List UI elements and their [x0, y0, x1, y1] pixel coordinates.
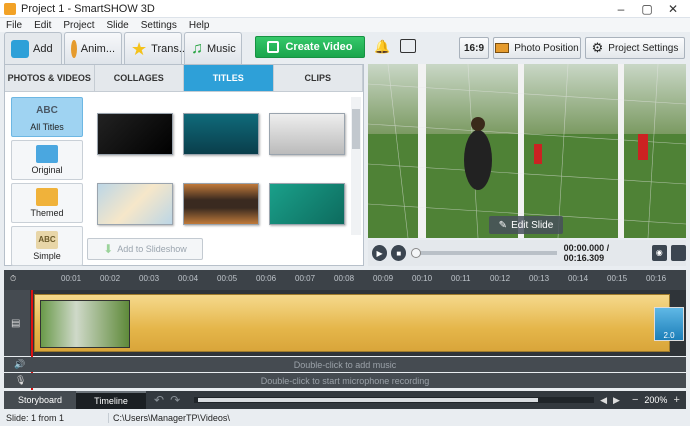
title-thumbnail[interactable] — [97, 183, 173, 225]
speaker-icon: 🔊 — [14, 359, 26, 369]
preview-image — [368, 64, 686, 238]
tab-collages[interactable]: COLLAGES — [95, 65, 184, 91]
title-bar: Project 1 - SmartSHOW 3D – ▢ ✕ — [0, 0, 690, 18]
tab-titles[interactable]: TITLES — [184, 65, 274, 91]
window-title: Project 1 - SmartSHOW 3D — [21, 2, 155, 15]
main-tabs: Add Anim... ★ Trans... ♫ Music — [4, 32, 242, 64]
edit-slide-button[interactable]: ✎ Edit Slide — [489, 216, 563, 234]
horizontal-scrollbar[interactable] — [194, 397, 595, 403]
menu-file[interactable]: File — [0, 20, 28, 31]
menu-help[interactable]: Help — [183, 20, 216, 31]
restore-button[interactable]: ▢ — [634, 0, 660, 18]
music-note-icon: ♫ — [191, 39, 203, 57]
category-list: ABC All Titles Original Themed ABC Simpl… — [11, 97, 83, 269]
project-settings-button[interactable]: ⚙ Project Settings — [585, 37, 685, 59]
seek-bar[interactable] — [411, 248, 557, 258]
export-icon[interactable] — [400, 39, 416, 53]
minimize-button[interactable]: – — [608, 0, 634, 18]
music-track[interactable]: 🔊 Double-click to add music — [4, 357, 686, 372]
snapshot-icon[interactable]: ◉ — [651, 245, 667, 261]
category-themed[interactable]: Themed — [11, 183, 83, 223]
timeline-toolbar: Storyboard Timeline ↶ ↷ ◀ ▶ − 200% + — [4, 391, 686, 409]
title-thumbnail[interactable] — [269, 113, 345, 155]
palette-icon — [71, 39, 77, 58]
project-path: C:\Users\ManagerTP\Videos\ — [108, 413, 230, 423]
arrow-left-icon[interactable]: ◀ — [600, 395, 607, 406]
title-thumbnail[interactable] — [269, 183, 345, 225]
photo-position-button[interactable]: Photo Position — [493, 37, 581, 59]
bell-icon[interactable]: 🔔 — [374, 39, 390, 55]
tab-animation[interactable]: Anim... — [64, 32, 122, 64]
menu-slide[interactable]: Slide — [100, 20, 134, 31]
slide-thumbnail[interactable] — [40, 300, 130, 348]
title-thumbnail[interactable] — [183, 183, 259, 225]
photo-icon — [495, 43, 510, 53]
titles-grid — [91, 97, 349, 235]
title-thumbnail[interactable] — [183, 113, 259, 155]
seek-handle[interactable] — [411, 248, 422, 258]
camera-icon — [11, 39, 29, 58]
film-icon: ▤ — [11, 318, 21, 329]
titles-scrollbar[interactable] — [351, 97, 361, 235]
tab-add[interactable]: Add — [4, 32, 62, 64]
title-thumbnail[interactable] — [97, 113, 173, 155]
menu-edit[interactable]: Edit — [28, 20, 57, 31]
slide-preview[interactable] — [368, 64, 686, 238]
scrollbar-thumb[interactable] — [198, 398, 539, 402]
pencil-icon: ✎ — [498, 219, 508, 231]
category-simple[interactable]: ABC Simple — [11, 226, 83, 266]
gear-icon: ⚙ — [591, 40, 604, 55]
undo-icon[interactable]: ↶ — [154, 393, 164, 407]
add-to-slideshow-button[interactable]: ⬇ Add to Slideshow — [87, 238, 203, 260]
microphone-track[interactable]: 🎙 Double-click to start microphone recor… — [4, 373, 686, 388]
menu-settings[interactable]: Settings — [135, 20, 183, 31]
create-video-button[interactable]: Create Video — [255, 36, 365, 58]
abc-simple-icon: ABC — [36, 231, 58, 249]
tab-clips[interactable]: CLIPS — [274, 65, 363, 91]
scrollbar-thumb[interactable] — [352, 109, 360, 149]
time-display: 00:00.000 / 00:16.309 — [563, 243, 610, 263]
slide-count: Slide: 1 from 1 — [6, 413, 65, 423]
clock-icon: ⏱ — [10, 274, 17, 283]
menu-bar: File Edit Project Slide Settings Help — [0, 18, 690, 32]
category-all-titles[interactable]: ABC All Titles — [11, 97, 83, 137]
tab-transitions[interactable]: ★ Trans... — [124, 32, 188, 64]
category-original[interactable]: Original — [11, 140, 83, 180]
tab-photos-videos[interactable]: PHOTOS & VIDEOS — [5, 65, 95, 91]
tab-music[interactable]: ♫ Music — [184, 32, 242, 64]
zoom-out-button[interactable]: − — [632, 394, 638, 406]
zoom-in-button[interactable]: + — [673, 394, 679, 406]
microphone-icon: 🎙 — [15, 375, 27, 385]
stop-button[interactable]: ■ — [391, 245, 407, 261]
abc-icon: ABC — [36, 105, 58, 116]
save-icon — [267, 41, 280, 53]
gift-icon — [36, 188, 58, 206]
star-icon: ★ — [131, 38, 148, 59]
player-controls: ▶ ■ 00:00.000 / 00:16.309 ◉ — [368, 240, 686, 266]
timeline-ruler[interactable]: ⏱ 00:01 00:02 00:03 00:04 00:05 00:06 00… — [4, 270, 686, 290]
close-button[interactable]: ✕ — [660, 0, 686, 18]
storyboard-tab[interactable]: Storyboard — [4, 391, 76, 409]
fullscreen-icon[interactable] — [670, 245, 686, 261]
redo-icon[interactable]: ↷ — [170, 393, 180, 407]
play-button[interactable]: ▶ — [372, 245, 388, 261]
arrow-down-icon: ⬇ — [103, 242, 114, 256]
zoom-level: 200% — [644, 395, 668, 405]
status-bar: Slide: 1 from 1 C:\Users\ManagerTP\Video… — [0, 410, 690, 426]
sub-tabs: PHOTOS & VIDEOS COLLAGES TITLES CLIPS — [5, 65, 363, 92]
transition-thumbnail[interactable]: 2.0 — [654, 307, 684, 341]
arrow-right-icon[interactable]: ▶ — [613, 395, 620, 406]
slide-clip[interactable] — [34, 294, 670, 352]
app-icon — [4, 2, 16, 15]
library-panel: PHOTOS & VIDEOS COLLAGES TITLES CLIPS AB… — [4, 64, 364, 266]
timeline-tab[interactable]: Timeline — [76, 391, 146, 409]
menu-project[interactable]: Project — [57, 20, 100, 31]
monitor-icon — [36, 145, 58, 163]
aspect-ratio-button[interactable]: 16:9 — [459, 37, 489, 59]
